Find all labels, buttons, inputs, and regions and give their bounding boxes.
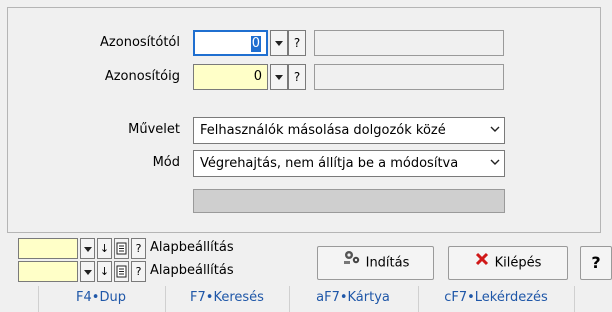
to-id-dropdown-button[interactable] bbox=[270, 64, 288, 90]
to-id-input[interactable]: 0 bbox=[193, 64, 268, 90]
operation-label: Művelet bbox=[128, 122, 180, 137]
from-id-value: 0 bbox=[250, 36, 261, 52]
settings-input-2[interactable] bbox=[18, 261, 78, 282]
mode-label: Mód bbox=[152, 155, 180, 170]
start-button-label: Indítás bbox=[365, 255, 410, 271]
settings-input-1[interactable] bbox=[18, 238, 78, 259]
settings-label-1: Alapbeállítás bbox=[150, 240, 234, 255]
operation-select[interactable]: Felhasználók másolása dolgozók közé bbox=[193, 117, 505, 144]
exit-button-label: Kilépés bbox=[494, 255, 542, 271]
fkey-af7-card[interactable]: aF7•Kártya bbox=[291, 286, 415, 312]
arrow-down-icon[interactable]: ↓ bbox=[97, 261, 112, 282]
to-id-label: Azonosítóig bbox=[104, 69, 180, 84]
function-key-bar: F4•Dup F7•Keresés aF7•Kártya cF7•Lekérde… bbox=[0, 286, 612, 312]
exit-button[interactable]: Kilépés bbox=[448, 246, 568, 280]
from-id-input[interactable]: 0 bbox=[193, 30, 268, 56]
arrow-down-icon[interactable]: ↓ bbox=[97, 238, 112, 259]
settings-help-button-2[interactable]: ? bbox=[131, 261, 146, 282]
to-id-name-field bbox=[314, 64, 504, 90]
dropdown-arrow-icon bbox=[275, 41, 283, 46]
fkey-f7-search[interactable]: F7•Keresés bbox=[167, 286, 287, 312]
dropdown-arrow-icon bbox=[275, 75, 283, 80]
settings-dropdown-button-1[interactable] bbox=[80, 238, 95, 259]
fkey-f4-dup[interactable]: F4•Dup bbox=[40, 286, 162, 312]
document-icon[interactable] bbox=[114, 261, 129, 282]
from-id-name-field bbox=[314, 30, 504, 56]
operation-value: Felhasználók másolása dolgozók közé bbox=[200, 123, 446, 138]
dropdown-arrow-icon bbox=[83, 269, 92, 275]
help-button[interactable]: ? bbox=[580, 246, 612, 280]
from-id-search-button[interactable]: ? bbox=[288, 30, 306, 56]
settings-dropdown-button-2[interactable] bbox=[80, 261, 95, 282]
mode-value: Végrehajtás, nem állítja be a módosítva bbox=[200, 156, 459, 171]
from-id-label: Azonosítótól bbox=[100, 35, 180, 50]
document-icon[interactable] bbox=[114, 238, 129, 259]
settings-help-button-1[interactable]: ? bbox=[131, 238, 146, 259]
mode-select[interactable]: Végrehajtás, nem állítja be a módosítva bbox=[193, 150, 505, 177]
start-button[interactable]: Indítás bbox=[317, 246, 434, 280]
to-id-search-button[interactable]: ? bbox=[288, 64, 306, 90]
fkey-cf7-query[interactable]: cF7•Lekérdezés bbox=[420, 286, 572, 312]
progress-bar bbox=[193, 189, 505, 213]
chevron-down-icon bbox=[490, 157, 500, 167]
gears-icon bbox=[342, 247, 362, 279]
chevron-down-icon bbox=[490, 124, 500, 134]
close-x-icon bbox=[475, 247, 489, 279]
dropdown-arrow-icon bbox=[83, 246, 92, 252]
settings-label-2: Alapbeállítás bbox=[150, 263, 234, 278]
from-id-dropdown-button[interactable] bbox=[270, 30, 288, 56]
